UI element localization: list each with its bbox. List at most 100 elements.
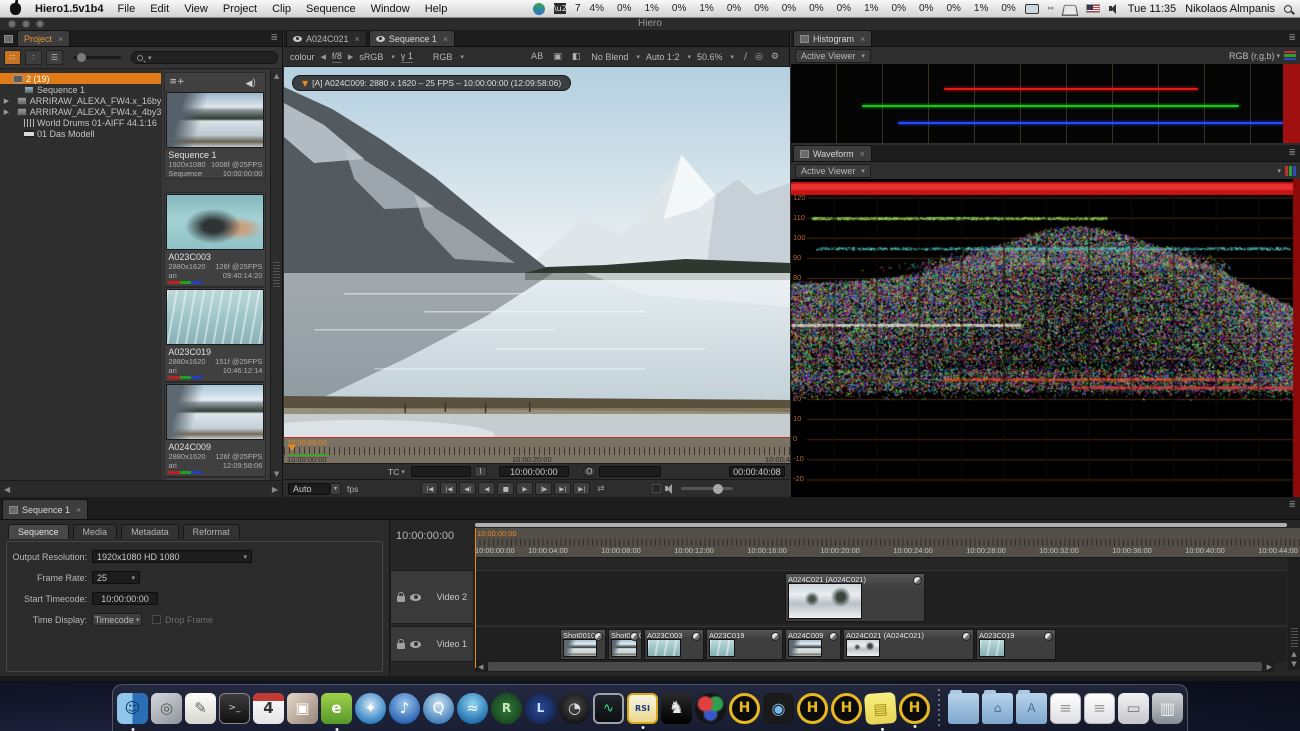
track-header[interactable]: Video 1: [390, 626, 474, 662]
menu-help[interactable]: Help: [425, 3, 448, 15]
close-icon[interactable]: ×: [355, 34, 360, 44]
track-header[interactable]: Video 2: [390, 570, 474, 624]
dock-davinci-resolve-icon[interactable]: [695, 693, 726, 724]
next-edit-button[interactable]: ▶|: [554, 482, 571, 495]
dock-folder-library-icon[interactable]: ⌂: [982, 693, 1013, 724]
timeline-ruler[interactable]: 10:00:00:0010:00:04:0010:00:08:0010:00:1…: [475, 528, 1300, 558]
step-forward-button[interactable]: |▶: [535, 482, 552, 495]
rate-dropdown-icon[interactable]: ▾: [330, 483, 341, 495]
histogram-mode-label[interactable]: RGB (r,g,b): [1229, 51, 1275, 61]
exposure-down-icon[interactable]: ◀: [321, 53, 326, 61]
fast-user-switch-label[interactable]: Nikolaos Almpanis: [1185, 3, 1275, 15]
timeline-clip-a023c003[interactable]: A023C003: [644, 629, 704, 660]
eye-icon[interactable]: [410, 641, 421, 648]
bin-card-a023c019[interactable]: A023C0192880x1620151f @25FPSari10:46:12:…: [164, 287, 266, 382]
apple-menu-icon[interactable]: [10, 3, 21, 15]
viewer-info-bar[interactable]: ▼ [A] A024C009: 2880 x 1620 – 25 FPS – 1…: [292, 75, 571, 91]
loop-mode-icon[interactable]: ⇄: [597, 484, 604, 494]
start-timecode-field[interactable]: 10:00:00:00: [92, 592, 158, 605]
timeline-playhead[interactable]: [475, 528, 476, 668]
goto-start-button[interactable]: |◀: [421, 482, 438, 495]
gamma-value[interactable]: γ 1: [401, 51, 413, 63]
timeline-clip-a023c019[interactable]: A023C019: [976, 629, 1056, 660]
colorspace-selector[interactable]: sRGB: [359, 52, 383, 62]
rgb-parade-icon[interactable]: [1285, 166, 1296, 176]
drop-frame-checkbox[interactable]: [152, 615, 161, 624]
bluetooth-menu-icon[interactable]: ⑅: [1048, 3, 1054, 14]
tab-metadata[interactable]: Metadata: [121, 524, 179, 539]
close-icon[interactable]: ×: [58, 34, 63, 44]
dock-disk-utility-icon[interactable]: ◎: [151, 693, 182, 724]
proxy-selector[interactable]: Auto 1:2: [646, 52, 680, 62]
playback-rate-dropdown[interactable]: Auto: [288, 483, 330, 495]
bin-card-sequence-1[interactable]: ≡+◀）Sequence 11920x10801008f @25FPSSeque…: [164, 72, 266, 179]
dock-calendar-icon[interactable]: 4: [253, 693, 284, 724]
timeline-clip-a024c021[interactable]: A024C021 (A024C021): [843, 629, 974, 660]
tab-viewer-sequence-1[interactable]: Sequence 1 ×: [369, 30, 455, 46]
dock-stack-pages-icon[interactable]: ≡: [1084, 693, 1115, 724]
menu-clip[interactable]: Clip: [272, 3, 291, 15]
tree-item-4[interactable]: World Drums 01-AIFF 44.1:16: [0, 117, 161, 128]
play-backward-button[interactable]: ◀: [478, 482, 495, 495]
tree-item-0[interactable]: ▼2 (19): [0, 73, 161, 84]
mute-checkbox[interactable]: [652, 484, 661, 493]
volume-menu-icon[interactable]: [1109, 4, 1119, 14]
timeline-clip-a024c009[interactable]: A024C009: [785, 629, 841, 660]
dock-hiero-3-icon[interactable]: H: [899, 693, 930, 724]
dock-rsiguard-icon[interactable]: RSI: [627, 693, 658, 724]
ab-compare-icon[interactable]: AB: [531, 52, 543, 62]
input-language-flag-icon[interactable]: [1086, 4, 1100, 13]
lock-icon[interactable]: [397, 643, 405, 649]
tab-sequence[interactable]: Sequence: [8, 524, 69, 539]
dock-finder-icon[interactable]: ☺: [117, 693, 148, 724]
expander-icon[interactable]: ▶: [3, 108, 10, 116]
tab-sequence-1[interactable]: Sequence 1 ×: [2, 499, 88, 519]
dock-fan-app-blue-icon[interactable]: L: [525, 693, 556, 724]
dock-safari-icon[interactable]: ✦: [355, 693, 386, 724]
dock-app-window-icon[interactable]: ▭: [1118, 693, 1149, 724]
panel-menu-icon[interactable]: ≣: [1288, 33, 1297, 43]
sync-menu-icon[interactable]: [533, 3, 545, 15]
panel-menu-icon[interactable]: ≣: [1288, 148, 1297, 158]
in-point-field[interactable]: [411, 466, 471, 477]
dock-hiero-2-icon[interactable]: H: [797, 693, 828, 724]
dock-quicktime-icon[interactable]: Q: [423, 693, 454, 724]
dock-terminal-icon[interactable]: >_: [219, 693, 250, 724]
viewer-timeline-strip[interactable]: 10:00:00:00 10:00:00:00 10:00:20:00 10:0…: [284, 437, 790, 463]
track-lane[interactable]: A024C021 (A024C021): [475, 570, 1287, 624]
dock-textedit-icon[interactable]: ✎: [185, 693, 216, 724]
step-back-button[interactable]: ◀|: [459, 482, 476, 495]
dock-itunes-icon[interactable]: ♪: [389, 693, 420, 724]
tree-item-5[interactable]: 01 Das Modell: [0, 128, 161, 139]
split-screen-icon[interactable]: ◧: [572, 52, 581, 62]
zoom-level-selector[interactable]: 50.6%: [697, 52, 723, 62]
set-in-button[interactable]: I: [474, 466, 487, 477]
set-out-button[interactable]: O: [583, 466, 596, 477]
expander-icon[interactable]: ▼: [3, 75, 10, 83]
speaker-icon[interactable]: [665, 484, 675, 494]
timeline-zoom-bar[interactable]: [475, 523, 1287, 527]
dock-folder-applications-icon[interactable]: A: [1016, 693, 1047, 724]
guides-icon[interactable]: ◎: [755, 52, 763, 62]
timeline-clip-shot0010[interactable]: Shot0010: [560, 629, 606, 660]
track-lane[interactable]: Shot0010Shot0020A023C003A023C019A024C009…: [475, 626, 1287, 662]
waveform-source-dropdown[interactable]: Active Viewer ▾: [795, 164, 871, 178]
time-display-dropdown[interactable]: Timecode ▾: [92, 613, 142, 626]
dock-hieroplayer-icon[interactable]: H: [831, 693, 862, 724]
viewer-image[interactable]: ▼ [A] A024C009: 2880 x 1620 – 25 FPS – 1…: [284, 67, 790, 437]
dock-folder-downloads-icon[interactable]: [948, 693, 979, 724]
wifi-menu-icon[interactable]: [1063, 4, 1077, 14]
tab-project[interactable]: Project ×: [17, 30, 70, 46]
menu-edit[interactable]: Edit: [150, 3, 169, 15]
exposure-value[interactable]: f/8: [332, 51, 342, 63]
dock-fan-app-green-icon[interactable]: R: [491, 693, 522, 724]
dock-nuke-icon[interactable]: ◉: [763, 693, 794, 724]
close-icon[interactable]: ×: [443, 34, 448, 44]
panel-menu-icon[interactable]: ≣: [1288, 500, 1297, 510]
prev-edit-button[interactable]: |◀: [440, 482, 457, 495]
bin-card-a023c003[interactable]: A023C0032880x1620126f @25FPSari09:40:14:…: [164, 192, 266, 287]
thumbnail-view-button[interactable]: ∷: [4, 50, 21, 65]
histogram-scope[interactable]: [791, 64, 1300, 143]
dock-stack-documents-icon[interactable]: ≡: [1050, 693, 1081, 724]
spotlight-icon[interactable]: [1284, 5, 1292, 13]
